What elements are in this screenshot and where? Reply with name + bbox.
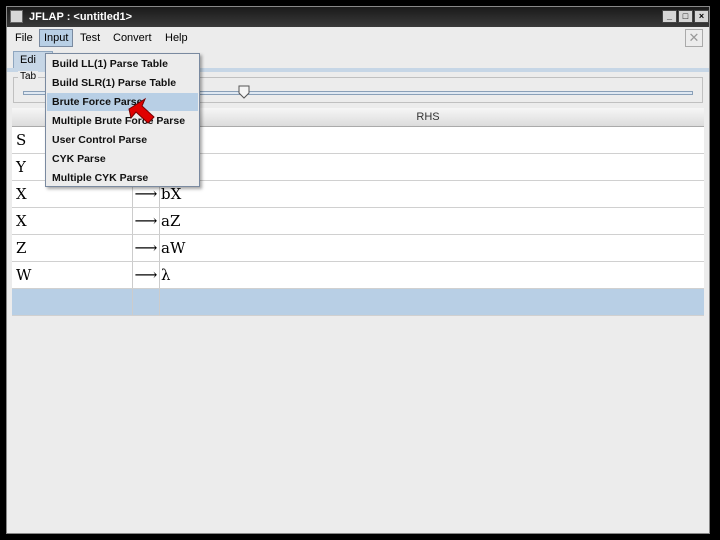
rhs-column-header[interactable]: RHS — [152, 111, 704, 123]
input-menu-dropdown: Build LL(1) Parse Table Build SLR(1) Par… — [45, 53, 200, 187]
table-row[interactable]: W ⟶ λ — [12, 262, 704, 289]
close-tab-icon[interactable]: ✕ — [685, 29, 703, 47]
maximize-icon[interactable]: □ — [678, 10, 693, 23]
rhs-cell[interactable]: λ — [161, 262, 701, 288]
menu-item-build-ll1[interactable]: Build LL(1) Parse Table — [47, 55, 198, 73]
table-row[interactable]: Z ⟶ aW — [12, 235, 704, 262]
menu-test[interactable]: Test — [76, 30, 104, 46]
rhs-cell[interactable] — [161, 289, 701, 315]
menu-input[interactable]: Input — [39, 29, 74, 47]
arrow-cell: ⟶ — [132, 262, 160, 288]
rhs-cell[interactable]: aW — [161, 235, 701, 261]
window-title: JFLAP : <untitled1> — [29, 11, 133, 23]
rhs-cell[interactable]: aZ — [161, 208, 701, 234]
menu-item-cyk-parse[interactable]: CYK Parse — [47, 150, 198, 168]
menu-bar: File Input Test Convert Help — [7, 27, 709, 49]
menu-convert[interactable]: Convert — [109, 30, 156, 46]
menu-item-brute-force-parse[interactable]: Brute Force Parse — [47, 93, 198, 111]
slider-thumb[interactable] — [238, 85, 250, 99]
arrow-cell: ⟶ — [132, 208, 160, 234]
close-icon[interactable]: × — [694, 10, 709, 23]
title-bar[interactable]: JFLAP : <untitled1> _ □ × — [7, 7, 709, 27]
red-arrow-pointer-icon — [128, 97, 155, 124]
rhs-cell[interactable] — [161, 127, 701, 153]
table-row[interactable]: X ⟶ aZ — [12, 208, 704, 235]
rhs-cell[interactable]: bX — [161, 181, 701, 207]
arrow-cell: ⟶ — [132, 235, 160, 261]
table-row-empty-selected[interactable] — [12, 289, 704, 316]
lhs-cell[interactable] — [16, 289, 132, 315]
menu-file[interactable]: File — [11, 30, 37, 46]
minimize-icon[interactable]: _ — [662, 10, 677, 23]
arrow-cell — [132, 289, 160, 315]
lhs-cell[interactable]: X — [16, 208, 132, 234]
jflap-window: JFLAP : <untitled1> _ □ × File Input Tes… — [6, 6, 710, 534]
app-icon — [10, 10, 23, 23]
lhs-cell[interactable]: Z — [16, 235, 132, 261]
menu-item-multiple-brute-force[interactable]: Multiple Brute Force Parse — [47, 112, 198, 130]
menu-help[interactable]: Help — [161, 30, 192, 46]
menu-item-user-control-parse[interactable]: User Control Parse — [47, 131, 198, 149]
rhs-cell[interactable] — [161, 154, 701, 180]
menu-item-build-slr1[interactable]: Build SLR(1) Parse Table — [47, 74, 198, 92]
menu-item-multiple-cyk-parse[interactable]: Multiple CYK Parse — [47, 169, 198, 187]
group-label: Tab — [18, 71, 39, 82]
lhs-cell[interactable]: W — [16, 262, 132, 288]
